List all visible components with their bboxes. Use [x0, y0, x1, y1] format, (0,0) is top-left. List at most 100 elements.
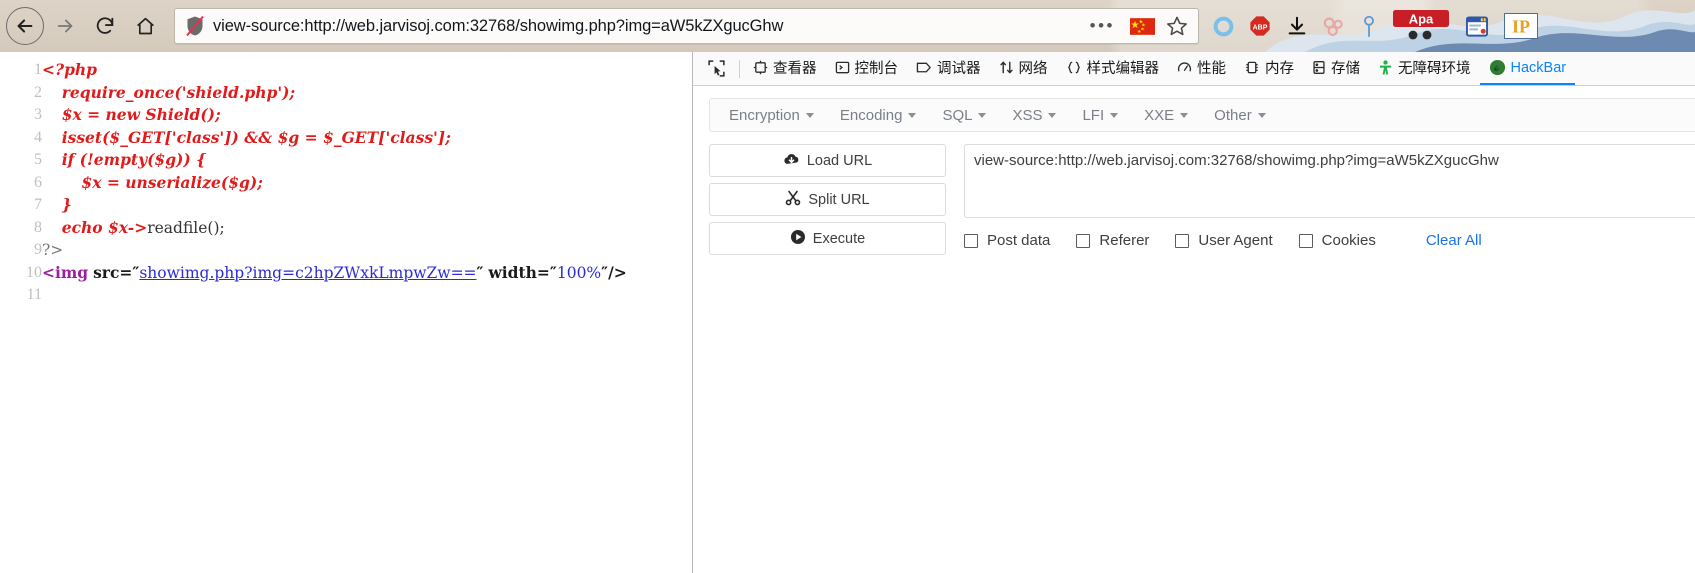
- style-editor-icon: [1066, 60, 1082, 75]
- chevron-down-icon: [978, 112, 987, 118]
- address-bar[interactable]: view-source:http://web.jarvisoj.com:3276…: [174, 8, 1199, 44]
- hackbar-menu-lfi[interactable]: LFI: [1069, 107, 1131, 124]
- hackbar-url-area: view-source:http://web.jarvisoj.com:3276…: [964, 144, 1695, 261]
- hackbar-menu-encoding[interactable]: Encoding: [827, 107, 930, 124]
- view-source-pane: 1 <?php 2 require_once('shield.php'); 3 $x …: [0, 52, 693, 573]
- execute-button[interactable]: Execute: [709, 222, 946, 255]
- forward-button[interactable]: [46, 7, 84, 45]
- accessibility-icon: [1378, 59, 1393, 76]
- line-content: require_once('shield.php');: [61, 82, 296, 102]
- cookies-checkbox[interactable]: [1298, 233, 1313, 248]
- element-picker-icon[interactable]: [701, 56, 731, 82]
- devtools-tab-strip: 查看器 控制台 调试器 网络 样式编辑器 性能 内存 存储 无障碍环境 Hack…: [693, 52, 1695, 86]
- hackbar-body: Load URL Split URL Execute view-source:h…: [709, 144, 1695, 261]
- clear-all-link[interactable]: Clear All: [1426, 232, 1482, 249]
- tab-hackbar[interactable]: HackBar: [1479, 52, 1576, 85]
- chevron-down-icon: [805, 112, 814, 118]
- blue-ring-extension-icon[interactable]: [1213, 16, 1234, 37]
- scissors-icon: [785, 190, 801, 210]
- hackbar-menu-xss-label: XSS: [1012, 106, 1043, 124]
- hackbar-menu-xss[interactable]: XSS: [999, 107, 1069, 124]
- tab-performance-label: 性能: [1197, 61, 1226, 77]
- line-content: if (!empty($g)) {: [61, 150, 207, 169]
- referer-checkbox[interactable]: [1076, 233, 1091, 248]
- toolbar-divider: [739, 59, 740, 78]
- tab-accessibility-label: 无障碍环境: [1398, 61, 1471, 77]
- performance-icon: [1177, 60, 1192, 75]
- split-url-button[interactable]: Split URL: [709, 183, 946, 216]
- user-agent-option[interactable]: User Agent: [1175, 232, 1273, 249]
- adblock-plus-icon[interactable]: ABP: [1249, 15, 1271, 37]
- hackbar-menu-sql-label: SQL: [942, 106, 973, 124]
- hackbar-url-input[interactable]: view-source:http://web.jarvisoj.com:3276…: [964, 144, 1695, 218]
- tab-accessibility[interactable]: 无障碍环境: [1369, 52, 1480, 85]
- line-content: ?>: [42, 241, 64, 259]
- window-extension-icon[interactable]: [1465, 15, 1489, 38]
- devtools-panel: 查看器 控制台 调试器 网络 样式编辑器 性能 内存 存储 无障碍环境 Hack…: [693, 52, 1695, 573]
- debugger-icon: [916, 60, 932, 75]
- hackbar-menu-xxe[interactable]: XXE: [1131, 107, 1201, 124]
- reload-button[interactable]: [86, 7, 124, 45]
- memory-icon: [1244, 60, 1260, 75]
- hackbar-options: Post data Referer User Agent Cookies Cle…: [964, 232, 1695, 249]
- navigation-buttons: [6, 7, 164, 45]
- inspector-icon: [753, 60, 768, 75]
- home-button[interactable]: [126, 7, 164, 45]
- tab-inspector[interactable]: 查看器: [744, 52, 826, 85]
- tab-storage[interactable]: 存储: [1303, 52, 1369, 85]
- tab-debugger-label: 调试器: [937, 61, 981, 77]
- source-code-line: 1 <?php: [0, 59, 627, 82]
- line-number: 10: [26, 263, 42, 281]
- bookmark-star-icon[interactable]: [1166, 15, 1188, 37]
- load-url-button[interactable]: Load URL: [709, 144, 946, 177]
- cookies-label: Cookies: [1321, 232, 1376, 249]
- source-code-line: 8 echo $x->readfile();: [0, 217, 627, 240]
- tab-style-editor[interactable]: 样式编辑器: [1057, 52, 1169, 85]
- line-content: $x = unserialize($g);: [81, 172, 263, 192]
- line-number: 6: [34, 173, 42, 191]
- user-agent-label: User Agent: [1198, 232, 1273, 249]
- page-actions-menu-icon[interactable]: •••: [1090, 16, 1115, 36]
- cloud-download-icon: [783, 152, 800, 170]
- load-url-label: Load URL: [806, 152, 873, 169]
- extension-icons: ABP Apa IP: [1213, 9, 1538, 43]
- storage-icon: [1312, 60, 1326, 75]
- main-area: 1 <?php 2 require_once('shield.php'); 3 $x …: [0, 52, 1695, 573]
- blue-pin-extension-icon[interactable]: [1361, 15, 1377, 38]
- hackbar-icon: [1489, 59, 1506, 76]
- tab-console[interactable]: 控制台: [826, 52, 908, 85]
- tab-console-label: 控制台: [854, 61, 899, 77]
- chevron-down-icon: [1257, 112, 1266, 118]
- line-number: 2: [34, 83, 42, 101]
- source-code-line: 5 if (!empty($g)) {: [0, 149, 627, 172]
- tab-performance[interactable]: 性能: [1168, 52, 1235, 85]
- user-agent-checkbox[interactable]: [1175, 233, 1190, 248]
- china-flag-icon[interactable]: [1130, 17, 1155, 35]
- post-data-checkbox[interactable]: [964, 233, 978, 248]
- tab-network[interactable]: 网络: [990, 52, 1057, 85]
- tab-memory[interactable]: 内存: [1235, 52, 1303, 85]
- source-code-line: 10 <img src=″showimg.php?img=c2hpZWxkLmpw…: [0, 262, 627, 285]
- downloads-icon[interactable]: [1286, 15, 1308, 37]
- line-number: 4: [34, 128, 42, 146]
- apa-badge-extension-icon[interactable]: Apa: [1392, 9, 1450, 43]
- line-content: [42, 284, 627, 307]
- post-data-option[interactable]: Post data: [964, 232, 1050, 249]
- hackbar-menu-sql[interactable]: SQL: [929, 107, 999, 124]
- line-content: echo $x->readfile();: [61, 217, 225, 237]
- source-code-line: 7 }: [0, 194, 627, 217]
- cookies-option[interactable]: Cookies: [1298, 232, 1376, 249]
- browser-toolbar: view-source:http://web.jarvisoj.com:3276…: [0, 0, 1695, 52]
- tab-storage-label: 存储: [1331, 61, 1360, 77]
- console-icon: [835, 60, 850, 75]
- hackbar-menu-encryption[interactable]: Encryption: [716, 107, 827, 124]
- back-button[interactable]: [6, 7, 44, 45]
- insecure-shield-icon: [186, 15, 204, 37]
- tab-debugger[interactable]: 调试器: [907, 52, 990, 85]
- ip-extension-icon[interactable]: IP: [1504, 13, 1538, 39]
- line-number: 3: [34, 106, 42, 123]
- referer-option[interactable]: Referer: [1076, 232, 1149, 249]
- tab-network-label: 网络: [1018, 61, 1048, 77]
- pink-rings-extension-icon[interactable]: [1323, 16, 1346, 37]
- hackbar-menu-other[interactable]: Other: [1201, 107, 1279, 124]
